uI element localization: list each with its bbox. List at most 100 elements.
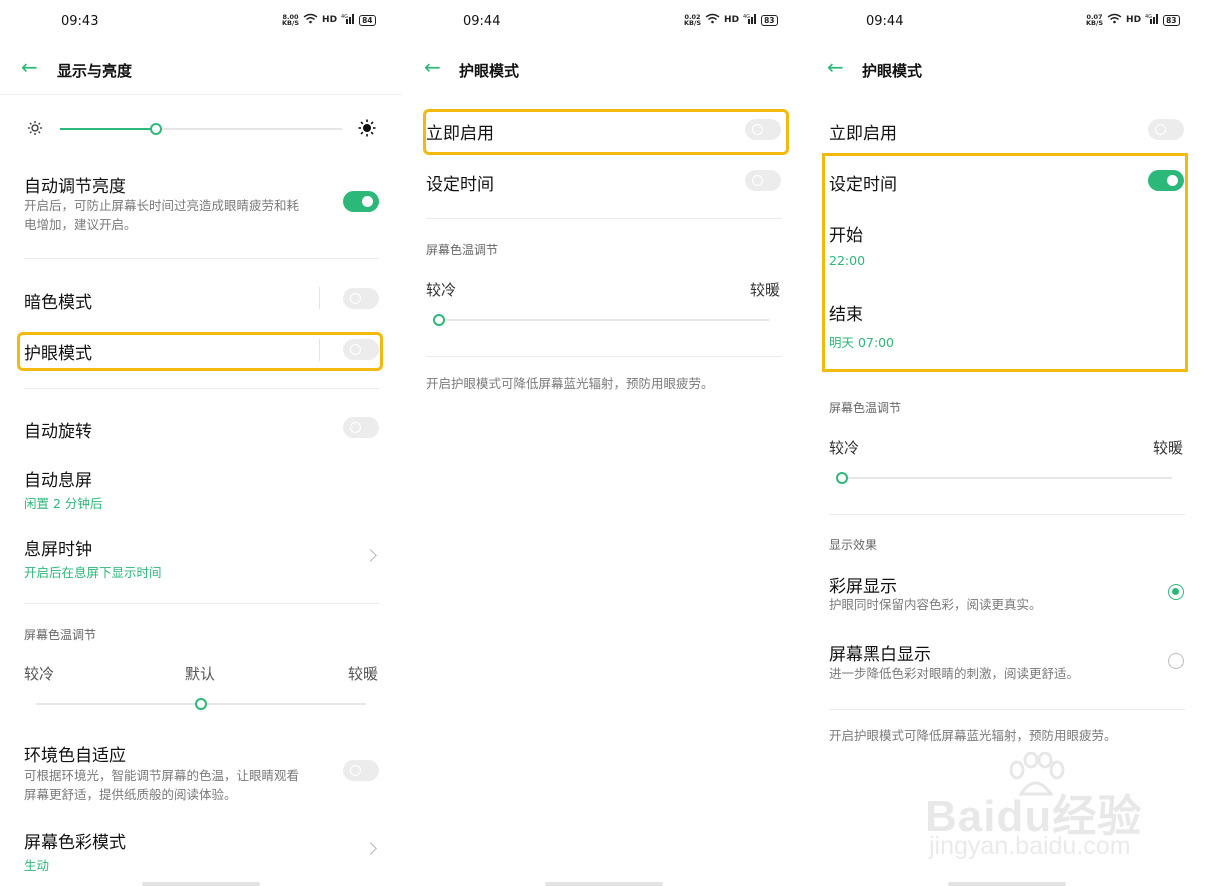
back-arrow-icon[interactable]: ← <box>21 55 38 79</box>
auto-brightness-desc-2: 电增加，建议开启。 <box>24 217 137 232</box>
signal-icon: 4G <box>1145 13 1159 27</box>
hd-indicator: HD <box>1126 15 1142 25</box>
start-time-value: 22:00 <box>829 253 866 268</box>
end-time-value: 明天 07:00 <box>829 335 894 350</box>
auto-brightness-label: 自动调节亮度 <box>24 177 126 197</box>
chevron-right-icon[interactable] <box>364 549 377 562</box>
mono-display-label[interactable]: 屏幕黑白显示 <box>829 640 931 665</box>
color-temp-cool-label: 较冷 <box>24 665 55 683</box>
sleep-clock-value: 开启后在息屏下显示时间 <box>24 565 162 580</box>
brightness-low-icon <box>27 120 43 140</box>
eye-mode-footer-note: 开启护眼模式可降低屏幕蓝光辐射，预防用眼疲劳。 <box>829 728 1117 743</box>
color-temp-cool-label: 较冷 <box>829 439 860 457</box>
enable-now-label: 立即启用 <box>829 124 897 144</box>
status-icons: 0.02 KB/S HD 4G 83 <box>684 13 778 27</box>
eye-mode-toggle[interactable] <box>343 339 379 360</box>
eye-mode-footer-note: 开启护眼模式可降低屏幕蓝光辐射，预防用眼疲劳。 <box>426 376 714 391</box>
display-brightness-screen: 09:43 8.00 KB/S HD 4G 84 ← 显示与亮度 自动调节亮度 开… <box>0 0 402 886</box>
mono-display-radio[interactable] <box>1168 653 1184 669</box>
color-display-radio[interactable] <box>1168 584 1184 600</box>
enable-now-label: 立即启用 <box>426 124 494 144</box>
auto-rotate-label: 自动旋转 <box>24 422 92 442</box>
header-divider <box>0 94 402 95</box>
color-temp-slider-track[interactable] <box>842 477 1172 479</box>
battery-icon: 83 <box>761 14 778 26</box>
hd-indicator: HD <box>322 15 338 25</box>
status-time: 09:43 <box>61 14 99 29</box>
display-effect-section: 显示效果 <box>829 538 878 552</box>
color-temp-warm-label: 较暖 <box>750 281 781 299</box>
status-bar: 09:44 0.02 KB/S HD 4G 83 <box>403 0 805 44</box>
color-temp-warm-label: 较暖 <box>1153 439 1184 457</box>
schedule-label: 设定时间 <box>426 175 494 195</box>
color-display-desc: 护眼同时保留内容色彩，阅读更真实。 <box>829 597 1042 612</box>
svg-text:4G: 4G <box>743 14 750 20</box>
mono-display-desc: 进一步降低色彩对眼睛的刺激，阅读更舒适。 <box>829 666 1080 681</box>
ambient-color-label: 环境色自适应 <box>24 746 126 766</box>
network-speed: 8.00 KB/S <box>282 13 300 27</box>
schedule-toggle[interactable] <box>1148 170 1184 191</box>
color-temp-slider-thumb[interactable] <box>195 698 207 710</box>
divider <box>24 258 379 259</box>
status-bar: 09:43 8.00 KB/S HD 4G 84 <box>0 0 402 44</box>
brightness-slider-fill <box>60 128 156 130</box>
separator <box>319 287 320 309</box>
eye-mode-screen-off: 09:44 0.02 KB/S HD 4G 83 ← 护眼模式 立即启用 设定时间… <box>403 0 805 886</box>
back-arrow-icon[interactable]: ← <box>827 55 844 79</box>
color-temp-warm-label: 较暖 <box>348 665 379 683</box>
brightness-high-icon <box>358 119 376 141</box>
wifi-icon <box>705 13 720 27</box>
eye-mode-label: 护眼模式 <box>24 344 92 364</box>
chevron-right-icon[interactable] <box>364 842 377 855</box>
auto-sleep-label[interactable]: 自动息屏 <box>24 466 92 491</box>
network-speed: 0.02 KB/S <box>684 13 702 27</box>
brightness-slider-thumb[interactable] <box>149 123 162 135</box>
divider <box>426 356 782 357</box>
color-temp-slider-thumb[interactable] <box>836 472 848 484</box>
schedule-toggle[interactable] <box>745 170 781 191</box>
color-temp-slider-track[interactable] <box>439 319 769 321</box>
divider <box>426 218 782 219</box>
battery-icon: 83 <box>1163 14 1180 26</box>
schedule-label: 设定时间 <box>829 175 897 195</box>
battery-icon: 84 <box>359 14 376 26</box>
ambient-color-desc-1: 可根据环境光，智能调节屏幕的色温，让眼睛观看 <box>24 768 300 783</box>
screen-color-mode-value: 生动 <box>24 858 50 873</box>
ambient-color-toggle[interactable] <box>343 760 379 781</box>
start-time-label[interactable]: 开始 <box>829 221 863 246</box>
divider <box>24 603 379 604</box>
wifi-icon <box>1107 13 1122 27</box>
status-icons: 0.07 KB/S HD 4G 83 <box>1086 13 1180 27</box>
wifi-icon <box>303 13 318 27</box>
enable-now-toggle[interactable] <box>1148 119 1184 140</box>
home-indicator[interactable] <box>545 882 663 886</box>
page-title: 护眼模式 <box>862 62 923 80</box>
status-icons: 8.00 KB/S HD 4G 84 <box>282 13 376 27</box>
home-indicator[interactable] <box>142 882 260 886</box>
end-time-label[interactable]: 结束 <box>829 300 863 325</box>
divider <box>24 388 379 389</box>
auto-brightness-toggle[interactable] <box>343 191 379 212</box>
dark-mode-toggle[interactable] <box>343 288 379 309</box>
status-time: 09:44 <box>463 14 501 29</box>
screen-color-mode-label[interactable]: 屏幕色彩模式 <box>24 828 126 853</box>
sleep-clock-label[interactable]: 息屏时钟 <box>24 535 92 560</box>
color-temp-cool-label: 较冷 <box>426 281 457 299</box>
network-speed: 0.07 KB/S <box>1086 13 1104 27</box>
color-temp-section: 屏幕色温调节 <box>24 628 97 642</box>
auto-rotate-toggle[interactable] <box>343 417 379 438</box>
enable-now-toggle[interactable] <box>745 119 781 140</box>
color-temp-section: 屏幕色温调节 <box>829 401 902 415</box>
svg-text:4G: 4G <box>1145 14 1152 20</box>
color-temp-slider-thumb[interactable] <box>433 314 445 326</box>
signal-icon: 4G <box>341 13 355 27</box>
hd-indicator: HD <box>724 15 740 25</box>
watermark-url: jingyan.baidu.com <box>929 832 1131 860</box>
back-arrow-icon[interactable]: ← <box>424 55 441 79</box>
divider <box>829 514 1185 515</box>
page-title: 护眼模式 <box>459 62 520 80</box>
page-title: 显示与亮度 <box>57 62 133 80</box>
color-display-label[interactable]: 彩屏显示 <box>829 572 897 597</box>
home-indicator[interactable] <box>948 882 1066 886</box>
ambient-color-desc-2: 屏幕更舒适，提供纸质般的阅读体验。 <box>24 787 237 802</box>
